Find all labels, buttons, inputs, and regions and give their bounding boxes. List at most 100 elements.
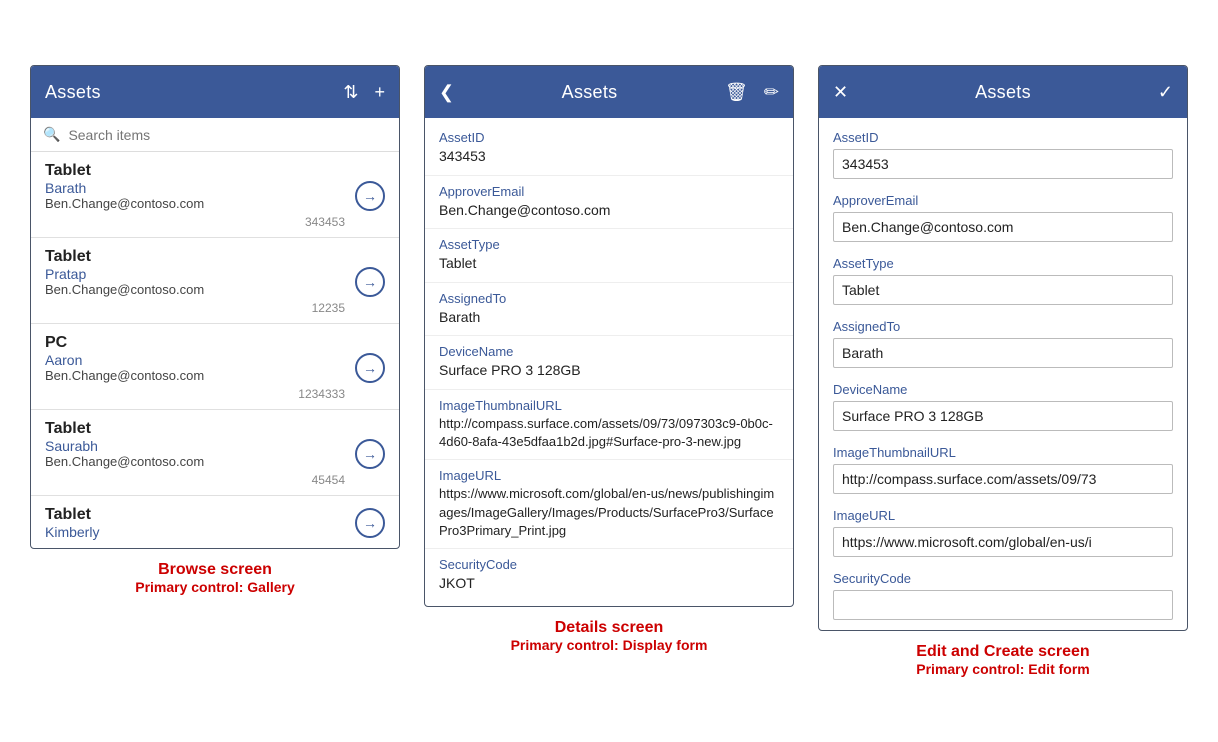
browse-header-icons: ⇅ +: [343, 83, 385, 101]
list-item-id-3: 45454: [45, 473, 345, 487]
list-item-email-3: Ben.Change@contoso.com: [45, 454, 345, 469]
edit-label-imagethumbnailurl: ImageThumbnailURL: [833, 445, 1173, 460]
list-item-arrow-0[interactable]: →: [355, 181, 385, 211]
edit-input-securitycode[interactable]: [833, 590, 1173, 620]
edit-header: ✕ Assets ✓: [819, 66, 1187, 118]
edit-field-securitycode: SecurityCode: [819, 563, 1187, 626]
details-field-imagethumbnailurl: ImageThumbnailURL http://compass.surface…: [425, 390, 793, 460]
list-item-name-2: Aaron: [45, 352, 345, 368]
back-icon[interactable]: ❮: [439, 83, 454, 101]
edit-input-assetid[interactable]: [833, 149, 1173, 179]
field-label-imagethumbnailurl: ImageThumbnailURL: [439, 398, 779, 413]
screens-container: Assets ⇅ + 🔍 Tablet Barath Ben.Change@co…: [30, 65, 1188, 677]
list-item[interactable]: Tablet Barath Ben.Change@contoso.com 343…: [31, 152, 399, 238]
list-item-arrow-3[interactable]: →: [355, 439, 385, 469]
edit-label-imageurl: ImageURL: [833, 508, 1173, 523]
edit-input-imagethumbnailurl[interactable]: [833, 464, 1173, 494]
list-item-content-4: Tablet Kimberly: [45, 506, 345, 540]
delete-icon[interactable]: 🗑: [725, 83, 748, 101]
search-icon: 🔍: [43, 126, 60, 143]
edit-field-assignedto: AssignedTo: [819, 311, 1187, 374]
browse-list: Tablet Barath Ben.Change@contoso.com 343…: [31, 152, 399, 548]
list-item-email-0: Ben.Change@contoso.com: [45, 196, 345, 211]
list-item-id-2: 1234333: [45, 387, 345, 401]
field-value-assetid: 343453: [439, 147, 779, 167]
edit-field-approveremail: ApproverEmail: [819, 185, 1187, 248]
list-item-arrow-1[interactable]: →: [355, 267, 385, 297]
list-item[interactable]: PC Aaron Ben.Change@contoso.com 1234333 …: [31, 324, 399, 410]
list-item-id-1: 12235: [45, 301, 345, 315]
edit-input-assettype[interactable]: [833, 275, 1173, 305]
field-value-approveremail: Ben.Change@contoso.com: [439, 201, 779, 221]
edit-icon[interactable]: ✏: [764, 83, 779, 101]
field-label-assignedto: AssignedTo: [439, 291, 779, 306]
check-icon[interactable]: ✓: [1158, 83, 1173, 101]
details-field-approveremail: ApproverEmail Ben.Change@contoso.com: [425, 176, 793, 230]
details-field-assettype: AssetType Tablet: [425, 229, 793, 283]
browse-header: Assets ⇅ +: [31, 66, 399, 118]
edit-title: Assets: [975, 82, 1031, 103]
edit-label-assettype: AssetType: [833, 256, 1173, 271]
details-fields: AssetID 343453 ApproverEmail Ben.Change@…: [425, 118, 793, 606]
details-field-devicename: DeviceName Surface PRO 3 128GB: [425, 336, 793, 390]
details-header-icons: 🗑 ✏: [725, 83, 779, 101]
sort-icon[interactable]: ⇅: [343, 83, 358, 101]
list-item-name-0: Barath: [45, 180, 345, 196]
edit-label-devicename: DeviceName: [833, 382, 1173, 397]
field-value-devicename: Surface PRO 3 128GB: [439, 361, 779, 381]
browse-screen-wrapper: Assets ⇅ + 🔍 Tablet Barath Ben.Change@co…: [30, 65, 400, 595]
list-item-name-4: Kimberly: [45, 524, 345, 540]
details-label-sub: Primary control: Display form: [511, 637, 708, 653]
edit-input-approveremail[interactable]: [833, 212, 1173, 242]
details-field-imageurl: ImageURL https://www.microsoft.com/globa…: [425, 460, 793, 549]
edit-label-approveremail: ApproverEmail: [833, 193, 1173, 208]
add-icon[interactable]: +: [374, 83, 385, 101]
details-screen-wrapper: ❮ Assets 🗑 ✏ AssetID 343453 ApproverEmai…: [424, 65, 794, 653]
close-icon[interactable]: ✕: [833, 83, 848, 101]
list-item-type-2: PC: [45, 334, 345, 352]
field-label-devicename: DeviceName: [439, 344, 779, 359]
list-item[interactable]: Tablet Kimberly →: [31, 496, 399, 548]
edit-screen: ✕ Assets ✓ AssetID ApproverEmail AssetTy…: [818, 65, 1188, 631]
list-item[interactable]: Tablet Saurabh Ben.Change@contoso.com 45…: [31, 410, 399, 496]
details-field-assignedto: AssignedTo Barath: [425, 283, 793, 337]
field-label-assettype: AssetType: [439, 237, 779, 252]
list-item-name-1: Pratap: [45, 266, 345, 282]
field-label-assetid: AssetID: [439, 130, 779, 145]
edit-field-imageurl: ImageURL: [819, 500, 1187, 563]
details-label-main: Details screen: [511, 619, 708, 637]
field-value-imagethumbnailurl: http://compass.surface.com/assets/09/73/…: [439, 415, 779, 451]
edit-input-devicename[interactable]: [833, 401, 1173, 431]
edit-fields: AssetID ApproverEmail AssetType Assigned…: [819, 118, 1187, 630]
edit-screen-wrapper: ✕ Assets ✓ AssetID ApproverEmail AssetTy…: [818, 65, 1188, 677]
details-label: Details screen Primary control: Display …: [511, 619, 708, 653]
browse-title: Assets: [45, 82, 101, 103]
search-bar[interactable]: 🔍: [31, 118, 399, 152]
list-item[interactable]: Tablet Pratap Ben.Change@contoso.com 122…: [31, 238, 399, 324]
field-label-approveremail: ApproverEmail: [439, 184, 779, 199]
details-field-assetid: AssetID 343453: [425, 122, 793, 176]
list-item-content-0: Tablet Barath Ben.Change@contoso.com 343…: [45, 162, 345, 229]
list-item-id-0: 343453: [45, 215, 345, 229]
field-label-imageurl: ImageURL: [439, 468, 779, 483]
field-value-assignedto: Barath: [439, 308, 779, 328]
search-input[interactable]: [68, 127, 387, 143]
details-header: ❮ Assets 🗑 ✏: [425, 66, 793, 118]
list-item-arrow-2[interactable]: →: [355, 353, 385, 383]
details-field-securitycode: SecurityCode JKOT: [425, 549, 793, 602]
browse-label-main: Browse screen: [135, 561, 295, 579]
field-value-assettype: Tablet: [439, 254, 779, 274]
list-item-content-1: Tablet Pratap Ben.Change@contoso.com 122…: [45, 248, 345, 315]
edit-input-assignedto[interactable]: [833, 338, 1173, 368]
field-label-securitycode: SecurityCode: [439, 557, 779, 572]
list-item-type-4: Tablet: [45, 506, 345, 524]
edit-label-securitycode: SecurityCode: [833, 571, 1173, 586]
edit-label-assignedto: AssignedTo: [833, 319, 1173, 334]
edit-field-assetid: AssetID: [819, 122, 1187, 185]
field-value-securitycode: JKOT: [439, 574, 779, 594]
browse-screen: Assets ⇅ + 🔍 Tablet Barath Ben.Change@co…: [30, 65, 400, 549]
list-item-arrow-4[interactable]: →: [355, 508, 385, 538]
list-item-name-3: Saurabh: [45, 438, 345, 454]
details-title: Assets: [562, 82, 618, 103]
edit-input-imageurl[interactable]: [833, 527, 1173, 557]
